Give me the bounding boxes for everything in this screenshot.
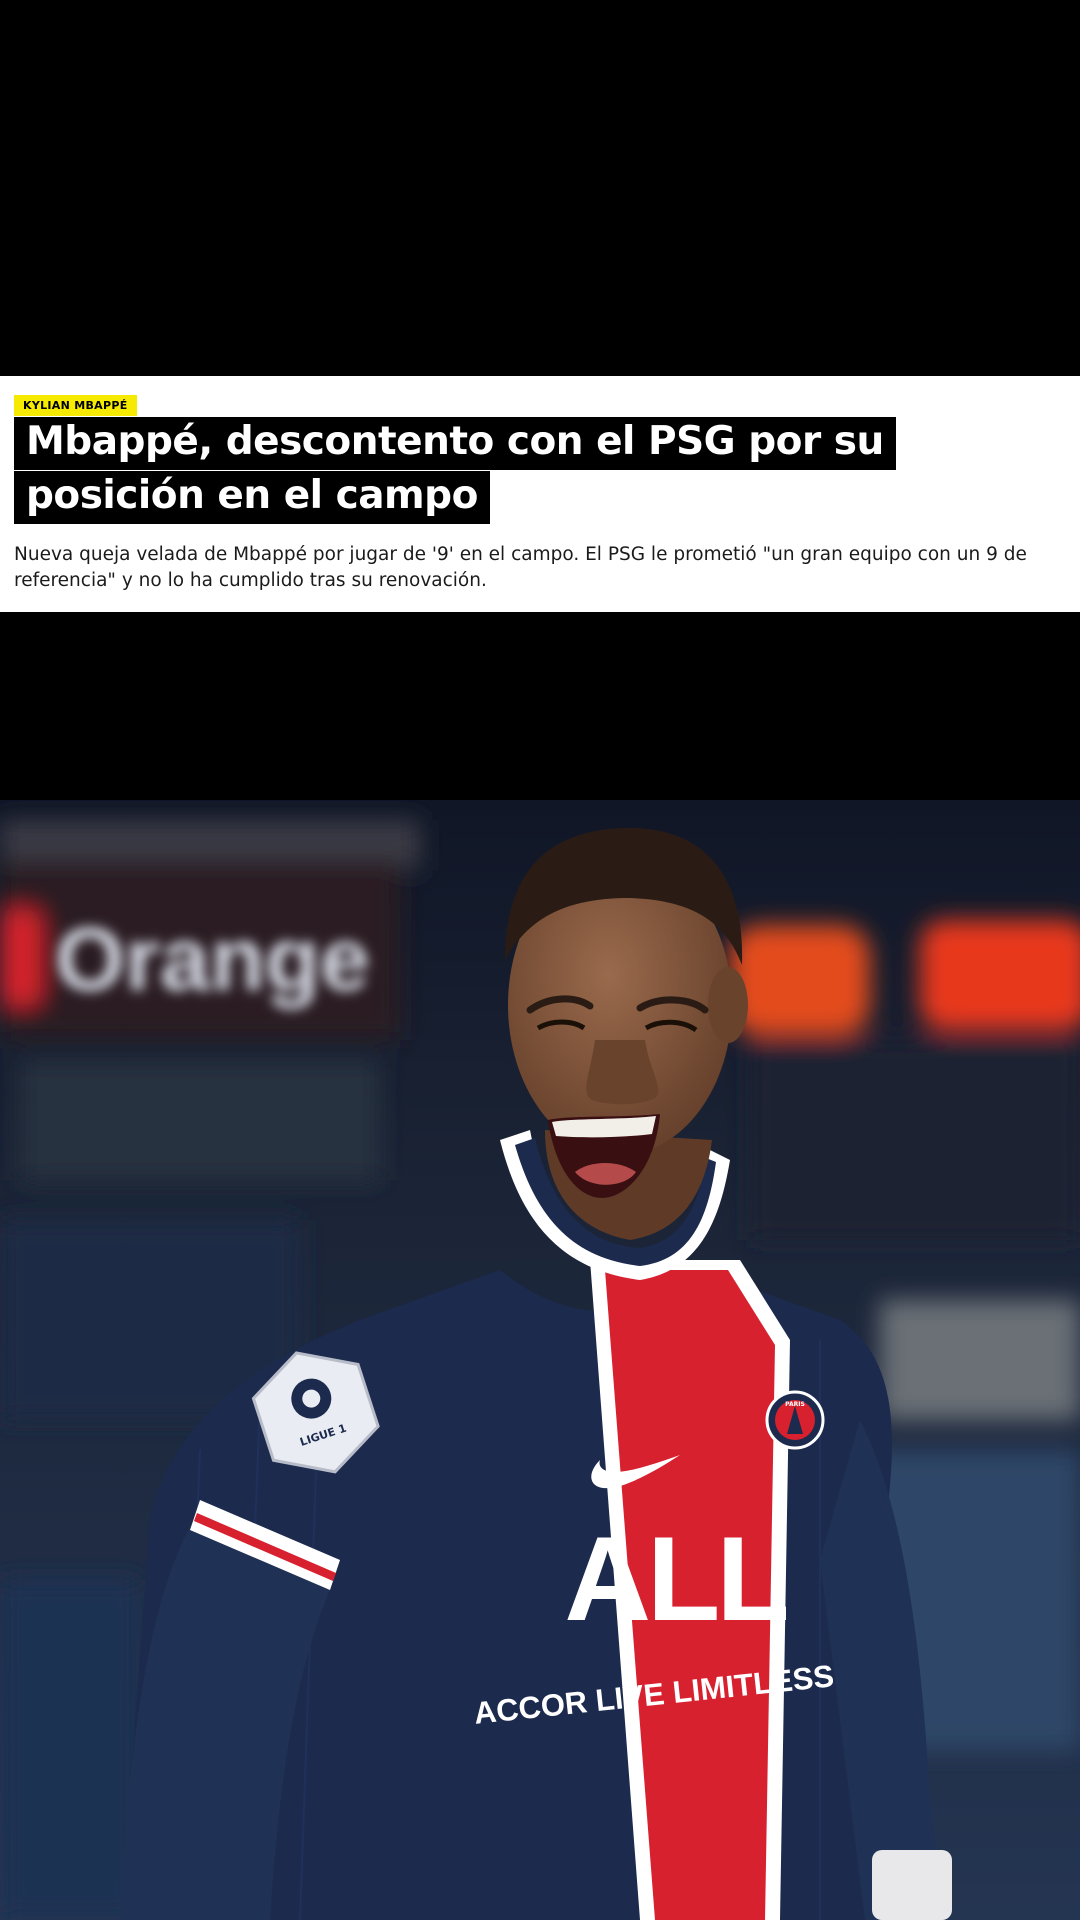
top-black-area (0, 0, 1080, 376)
headline-text: Mbappé, descontento con el PSG por su po… (14, 417, 896, 524)
sponsor-all-logo: ALL (564, 1512, 786, 1646)
category-tag[interactable]: KYLIAN MBAPPÉ (14, 395, 137, 416)
stadium-board-text: Orange (55, 910, 370, 1010)
article-headline[interactable]: Mbappé, descontento con el PSG por su po… (14, 415, 1054, 524)
psg-crest-icon: PARIS (765, 1390, 825, 1450)
article-screen: KYLIAN MBAPPÉ Mbappé, descontento con el… (0, 0, 1080, 1920)
middle-black-area (0, 612, 1080, 800)
article-hero-photo: Orange LIGUE 1 PARIS ALL ACCOR LIVE LIMI… (0, 800, 1080, 1920)
article-header-card: KYLIAN MBAPPÉ Mbappé, descontento con el… (0, 376, 1080, 612)
article-summary: Nueva queja velada de Mbappé por jugar d… (14, 544, 1027, 591)
svg-text:PARIS: PARIS (785, 1401, 805, 1408)
